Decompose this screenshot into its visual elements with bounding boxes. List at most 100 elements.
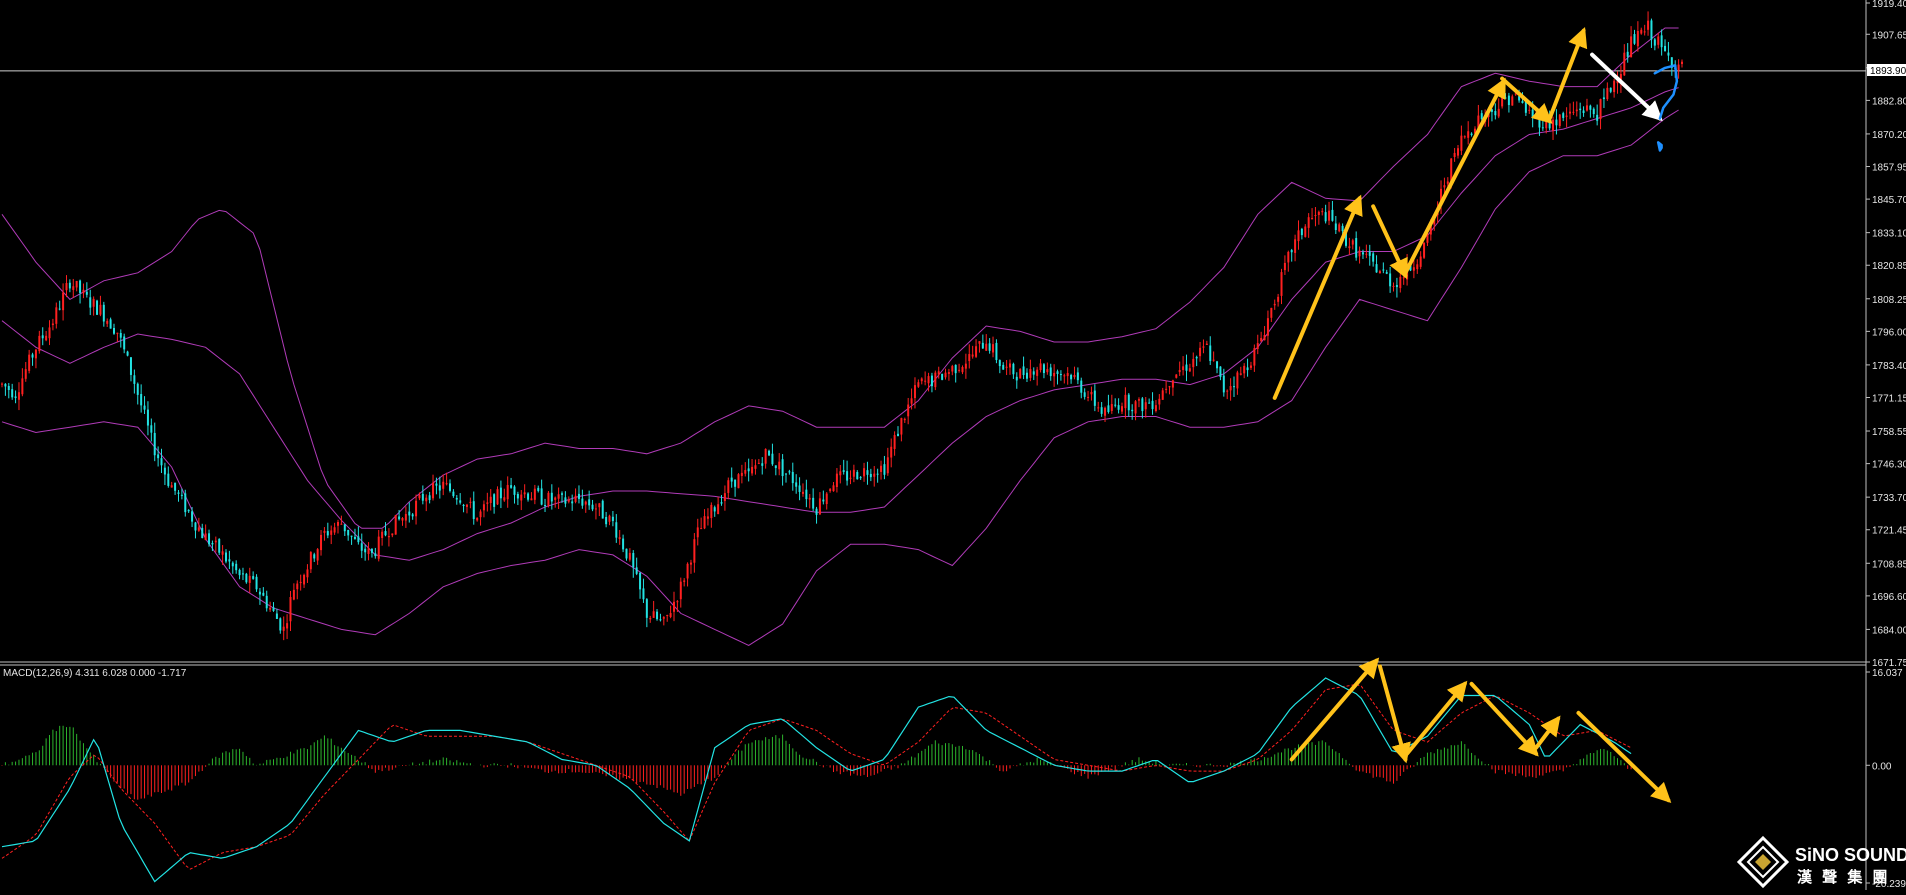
candlestick bbox=[897, 426, 899, 437]
candlestick bbox=[1175, 374, 1178, 379]
candlestick bbox=[503, 488, 506, 502]
candlestick bbox=[1660, 29, 1663, 56]
candlestick bbox=[24, 361, 27, 382]
candlestick bbox=[1467, 121, 1470, 145]
candlestick bbox=[231, 561, 234, 574]
candlestick bbox=[832, 481, 835, 492]
candlestick bbox=[1134, 400, 1137, 421]
candlestick bbox=[971, 345, 974, 359]
candlestick bbox=[1290, 248, 1293, 262]
candlestick bbox=[208, 529, 211, 547]
candlestick bbox=[1154, 399, 1157, 413]
candlestick bbox=[1626, 43, 1629, 63]
candlestick bbox=[1552, 116, 1555, 140]
candlestick bbox=[68, 279, 71, 293]
candlestick bbox=[1144, 397, 1147, 418]
candlestick bbox=[1124, 387, 1127, 419]
candlestick bbox=[72, 278, 75, 298]
candlestick bbox=[255, 574, 258, 592]
candlestick bbox=[1569, 103, 1571, 120]
candlestick bbox=[557, 487, 560, 510]
candlestick bbox=[1073, 366, 1076, 380]
candlestick bbox=[1253, 344, 1256, 372]
candlestick bbox=[1171, 379, 1174, 396]
candlestick bbox=[954, 364, 957, 383]
candlestick bbox=[432, 474, 435, 501]
price-tick-label: 1808.25 bbox=[1872, 295, 1906, 306]
candlestick bbox=[751, 459, 754, 476]
candlestick bbox=[153, 422, 156, 462]
candlestick bbox=[197, 517, 200, 532]
candlestick bbox=[988, 338, 991, 354]
candlestick bbox=[574, 488, 577, 504]
chart-root: 1919.401907.651895.051882.801870.201857.… bbox=[0, 0, 1906, 890]
candlestick bbox=[1562, 111, 1565, 122]
candlestick bbox=[649, 615, 652, 623]
candlestick bbox=[343, 524, 346, 536]
candlestick bbox=[795, 474, 798, 494]
candlestick bbox=[849, 470, 852, 485]
price-tick-label: 1882.80 bbox=[1872, 96, 1906, 107]
candlestick bbox=[99, 295, 102, 317]
trading-chart: 1919.401907.651895.051882.801870.201857.… bbox=[0, 0, 1906, 890]
candlestick bbox=[38, 330, 41, 354]
candlestick bbox=[1039, 359, 1042, 373]
candlestick bbox=[1304, 224, 1307, 238]
price-tick-label: 1833.10 bbox=[1872, 229, 1906, 240]
candlestick bbox=[1351, 238, 1354, 250]
candlestick bbox=[666, 614, 669, 622]
candlestick bbox=[1460, 125, 1463, 156]
candlestick bbox=[462, 503, 465, 513]
candlestick bbox=[1348, 237, 1351, 255]
candlestick bbox=[1524, 101, 1527, 116]
candlestick bbox=[4, 383, 7, 396]
candlestick bbox=[119, 329, 122, 348]
candlestick bbox=[1256, 334, 1259, 355]
candlestick bbox=[238, 568, 241, 580]
candlestick bbox=[1558, 113, 1561, 129]
candlestick bbox=[1378, 269, 1381, 274]
candlestick bbox=[992, 336, 995, 358]
candlestick bbox=[540, 479, 543, 506]
candlestick bbox=[163, 462, 166, 486]
candlestick bbox=[309, 551, 312, 574]
candlestick bbox=[1141, 396, 1144, 419]
candlestick bbox=[713, 505, 716, 517]
candlestick bbox=[1127, 393, 1130, 417]
candlestick bbox=[191, 507, 194, 528]
candlestick bbox=[510, 477, 513, 489]
candlestick bbox=[109, 317, 112, 329]
candlestick bbox=[34, 348, 37, 369]
candlestick bbox=[768, 449, 771, 457]
candlestick bbox=[1545, 111, 1548, 134]
candlestick bbox=[1494, 103, 1497, 120]
candlestick bbox=[58, 300, 61, 311]
candlestick bbox=[975, 339, 978, 358]
candlestick bbox=[387, 528, 390, 547]
candlestick bbox=[303, 573, 306, 588]
candlestick bbox=[286, 614, 289, 640]
candlestick bbox=[1117, 398, 1120, 414]
candlestick bbox=[944, 368, 947, 380]
candlestick bbox=[408, 502, 411, 523]
candlestick bbox=[1277, 293, 1280, 307]
candlestick bbox=[1501, 95, 1504, 109]
candlestick bbox=[404, 506, 407, 528]
candlestick bbox=[7, 382, 10, 399]
candlestick bbox=[1395, 277, 1398, 298]
candlestick bbox=[730, 467, 733, 488]
candlestick bbox=[347, 529, 350, 541]
candlestick bbox=[1059, 370, 1062, 381]
candlestick bbox=[1195, 355, 1198, 367]
candlestick bbox=[136, 382, 139, 405]
candlestick bbox=[639, 572, 642, 599]
candlestick bbox=[611, 511, 614, 527]
candlestick bbox=[1148, 398, 1151, 404]
candlestick bbox=[720, 495, 723, 506]
candlestick bbox=[591, 499, 594, 512]
candlestick bbox=[17, 382, 20, 411]
candlestick bbox=[1311, 208, 1314, 220]
candlestick bbox=[499, 480, 502, 509]
candlestick bbox=[1273, 299, 1276, 310]
yellow-arrow-annotation bbox=[1371, 204, 1408, 280]
